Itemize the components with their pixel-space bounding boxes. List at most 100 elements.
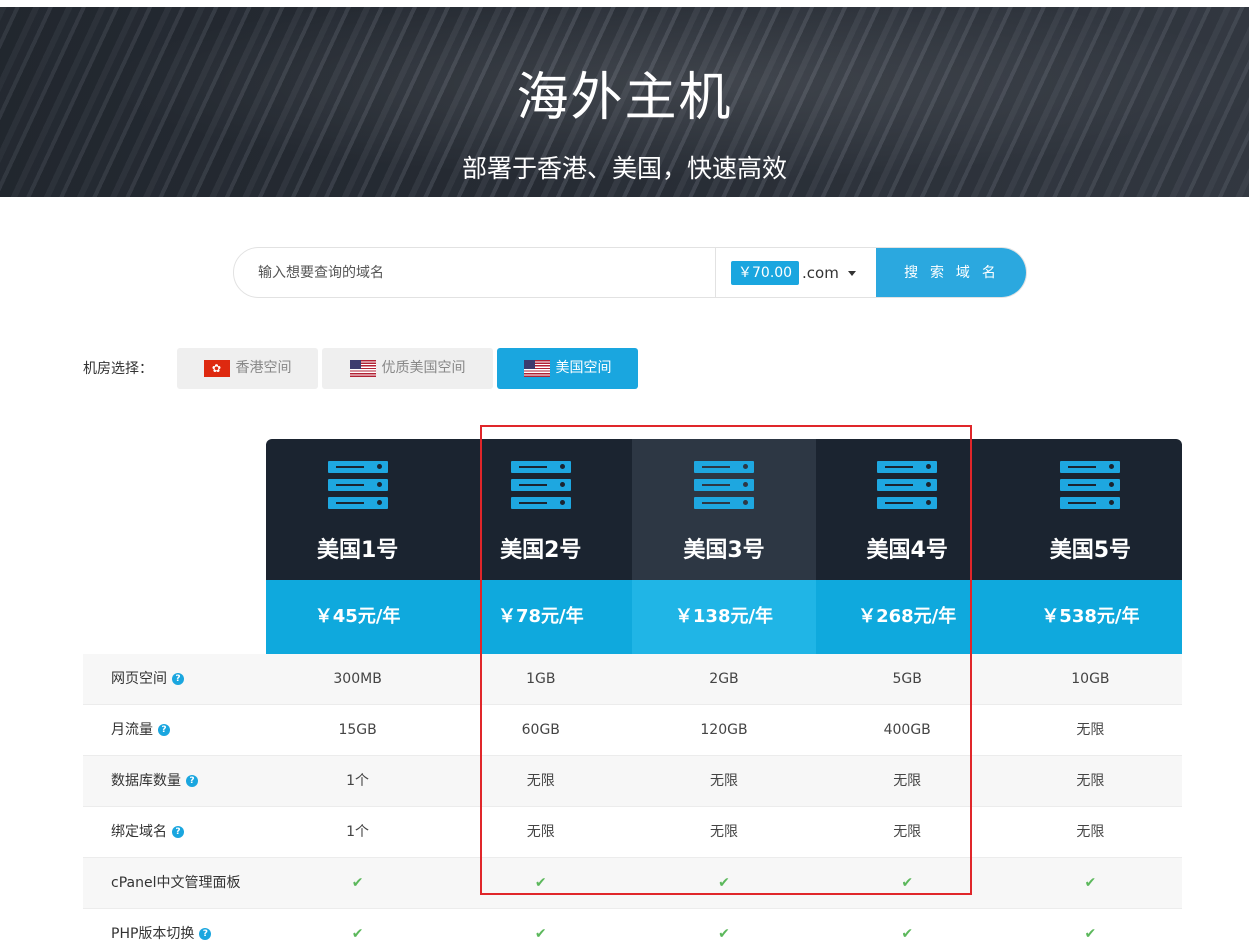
feature-value: 无限 xyxy=(709,824,738,840)
room-select-label: 机房选择： xyxy=(83,361,153,377)
plan-us-3[interactable]: 美国3号 ￥138元/年 xyxy=(632,439,816,654)
tld-dropdown[interactable]: .com xyxy=(802,261,856,285)
domain-search-bar: ￥70.00 .com 搜 索 域 名 xyxy=(233,247,1027,298)
feature-value: 无限 xyxy=(526,773,555,789)
plan-price-band: ￥45元/年 xyxy=(266,580,450,654)
plan-header: 美国4号 xyxy=(815,439,999,580)
plan-us-1[interactable]: 美国1号 ￥45元/年 xyxy=(266,439,450,654)
feature-name: 网页空间? xyxy=(111,654,184,705)
feature-value: 10GB xyxy=(1071,671,1110,687)
plan-header: 美国3号 xyxy=(632,439,816,580)
table-row: 月流量? 15GB 60GB 120GB 400GB 无限 xyxy=(83,705,1182,756)
help-icon[interactable]: ? xyxy=(172,673,184,685)
feature-value: 60GB xyxy=(521,722,560,738)
server-icon xyxy=(327,461,388,509)
check-icon: ✔ xyxy=(351,875,364,891)
feature-name: cPanel中文管理面板 xyxy=(111,858,240,909)
tab-hongkong-space[interactable]: 香港空间 xyxy=(177,348,318,389)
tab-premium-us-space[interactable]: 优质美国空间 xyxy=(322,348,493,389)
plan-us-5[interactable]: 美国5号 ￥538元/年 xyxy=(998,439,1182,654)
plan-us-2[interactable]: 美国2号 ￥78元/年 xyxy=(449,439,633,654)
feature-value: 无限 xyxy=(1076,773,1105,789)
chevron-down-icon xyxy=(847,271,856,276)
feature-value: 无限 xyxy=(526,824,555,840)
search-domain-button[interactable]: 搜 索 域 名 xyxy=(876,248,1026,297)
tab-label: 美国空间 xyxy=(555,360,612,376)
feature-value: 1GB xyxy=(526,671,556,687)
page-title: 海外主机 xyxy=(516,68,733,128)
plan-us-4[interactable]: 美国4号 ￥268元/年 xyxy=(815,439,999,654)
plan-name: 美国2号 xyxy=(500,538,582,563)
table-row: 数据库数量? 1个 无限 无限 无限 无限 xyxy=(83,756,1182,807)
feature-name: 绑定域名? xyxy=(111,807,184,858)
help-icon[interactable]: ? xyxy=(172,826,184,838)
plan-price-band: ￥138元/年 xyxy=(632,580,816,654)
feature-value: 15GB xyxy=(338,722,377,738)
help-icon[interactable]: ? xyxy=(158,724,170,736)
feature-label: 数据库数量 xyxy=(111,773,181,789)
us-flag-icon xyxy=(523,360,550,377)
check-icon: ✔ xyxy=(718,875,730,891)
plan-price: ￥538元/年 xyxy=(1041,606,1140,627)
feature-name: 月流量? xyxy=(111,705,170,756)
feature-value: 无限 xyxy=(709,773,738,789)
us-flag-icon xyxy=(349,360,376,377)
plan-header: 美国2号 xyxy=(449,439,633,580)
check-icon: ✔ xyxy=(351,926,364,942)
check-icon: ✔ xyxy=(1084,926,1097,942)
plan-name: 美国5号 xyxy=(1049,538,1132,563)
plan-header: 美国1号 xyxy=(266,439,450,580)
tab-label: 香港空间 xyxy=(235,360,292,376)
plan-price: ￥138元/年 xyxy=(674,606,774,627)
feature-name: PHP版本切换? xyxy=(111,909,212,943)
feature-value: 5GB xyxy=(892,671,922,687)
table-row: 网页空间? 300MB 1GB 2GB 5GB 10GB xyxy=(83,654,1182,705)
feature-value: 120GB xyxy=(700,722,748,738)
feature-name: 数据库数量? xyxy=(111,756,198,807)
check-icon: ✔ xyxy=(1084,875,1097,891)
plan-price-band: ￥268元/年 xyxy=(815,580,999,654)
check-icon: ✔ xyxy=(718,926,730,942)
feature-value: 无限 xyxy=(1076,824,1105,840)
search-divider xyxy=(715,248,716,297)
plan-name: 美国1号 xyxy=(316,538,399,563)
feature-value: 400GB xyxy=(883,722,931,738)
feature-label: 绑定域名 xyxy=(111,824,167,840)
check-icon: ✔ xyxy=(534,875,547,891)
help-icon[interactable]: ? xyxy=(199,928,212,940)
server-icon xyxy=(877,461,938,509)
tab-label: 优质美国空间 xyxy=(381,360,466,376)
plan-price-band: ￥78元/年 xyxy=(449,580,633,654)
feature-label: PHP版本切换 xyxy=(111,926,195,942)
help-icon[interactable]: ? xyxy=(186,775,198,787)
feature-value: 1个 xyxy=(346,773,370,789)
plan-price: ￥45元/年 xyxy=(314,606,401,627)
feature-label: cPanel中文管理面板 xyxy=(111,875,241,891)
tab-us-space[interactable]: 美国空间 xyxy=(497,348,638,389)
feature-value: 无限 xyxy=(893,773,922,789)
table-row: 绑定域名? 1个 无限 无限 无限 无限 xyxy=(83,807,1182,858)
check-icon: ✔ xyxy=(534,926,547,942)
table-row: cPanel中文管理面板 ✔ ✔ ✔ ✔ ✔ xyxy=(83,858,1182,909)
plan-name: 美国3号 xyxy=(683,538,765,563)
table-row: PHP版本切换? ✔ ✔ ✔ ✔ ✔ xyxy=(83,909,1182,943)
hk-flag-icon xyxy=(203,360,230,377)
server-icon xyxy=(510,461,571,509)
tld-selected-value: .com xyxy=(802,264,839,282)
server-icon xyxy=(1060,461,1121,509)
domain-search-input[interactable] xyxy=(234,248,716,297)
domain-price-badge: ￥70.00 xyxy=(731,261,800,285)
check-icon: ✔ xyxy=(901,875,914,891)
plan-price-band: ￥538元/年 xyxy=(998,580,1182,654)
server-icon xyxy=(693,461,754,509)
feature-label: 网页空间 xyxy=(111,671,167,687)
feature-label: 月流量 xyxy=(111,722,153,738)
plan-headers: 美国1号 ￥45元/年 美国2号 ￥78元/年 美国3号 ￥138元/年 美国4… xyxy=(266,439,1182,654)
plan-price: ￥268元/年 xyxy=(858,606,957,627)
feature-value: 1个 xyxy=(346,824,370,840)
plan-name: 美国4号 xyxy=(866,538,948,563)
hero-banner: 海外主机 部署于香港、美国，快速高效 xyxy=(0,7,1249,197)
feature-value: 无限 xyxy=(893,824,922,840)
plan-price: ￥78元/年 xyxy=(497,606,584,627)
feature-value: 2GB xyxy=(709,671,739,687)
